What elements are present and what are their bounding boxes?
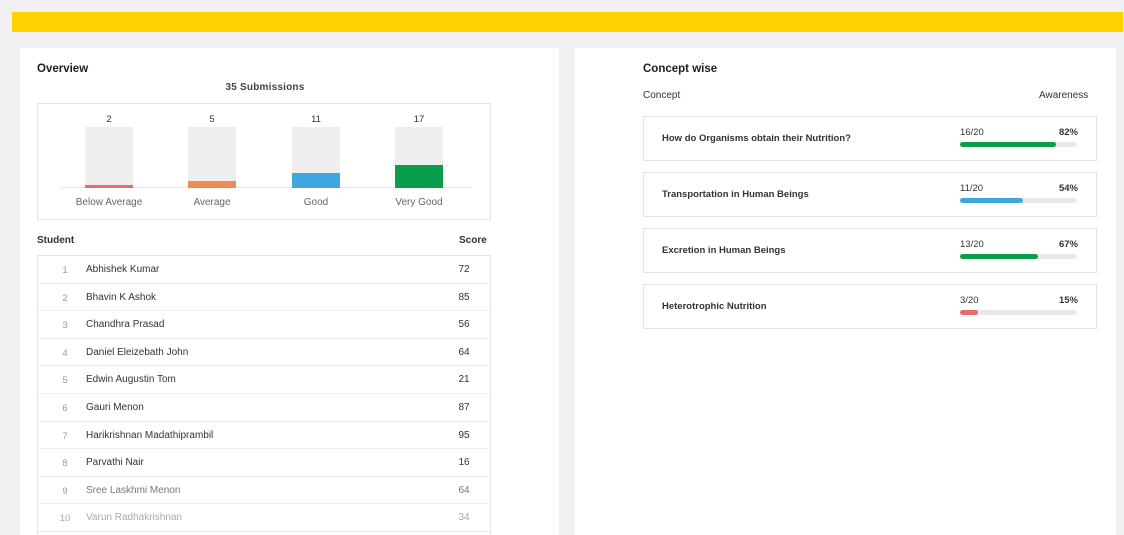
table-row[interactable]: 4 Daniel Eleizebath John 64 [38, 339, 490, 367]
student-score: 87 [458, 402, 470, 413]
row-index: 3 [62, 320, 68, 332]
awareness-progress-fill [960, 198, 1024, 203]
student-name: Sree Laskhmi Menon [86, 484, 181, 496]
concept-percent: 54% [1058, 183, 1078, 194]
row-index: 6 [62, 403, 68, 414]
row-index: 2 [62, 292, 68, 304]
concept-column-header: Concept [643, 90, 681, 101]
table-row[interactable]: 10 Varun Radhakrishnan 34 [38, 504, 490, 532]
bar-track [85, 127, 133, 188]
bar-fill [85, 185, 133, 188]
bar-fill [395, 164, 443, 188]
row-index: 8 [62, 458, 68, 470]
bar-track [292, 127, 340, 188]
student-name: Chandhra Prasad [86, 319, 165, 331]
concept-ratio: 3/20 [960, 295, 979, 306]
student-name: Daniel Eleizebath John [86, 346, 189, 358]
table-row[interactable]: 7 Harikrishnan Madathiprambil 95 [38, 422, 490, 450]
top-accent-bar [12, 12, 1123, 32]
table-row[interactable]: 9 Sree Laskhmi Menon 64 [38, 477, 490, 505]
student-score: 16 [458, 457, 470, 469]
awareness-progress-bar [960, 254, 1077, 259]
concept-name: How do Organisms obtain their Nutrition? [662, 133, 851, 144]
bar-count: 2 [106, 114, 112, 125]
distribution-chart: 2 Below Average 5 Average 11 Good 17 Ver… [37, 103, 491, 220]
awareness-progress-fill [960, 142, 1056, 147]
bar-label: Very Good [395, 197, 443, 208]
concept-name: Heterotrophic Nutrition [662, 301, 767, 312]
concept-percent: 67% [1058, 239, 1078, 250]
table-row[interactable]: 3 Chandhra Prasad 56 [38, 311, 490, 339]
overview-title: Overview [37, 63, 89, 75]
student-score: 85 [458, 291, 470, 303]
submissions-count: 35 Submissions [225, 82, 305, 93]
concept-name: Transportation in Human Beings [662, 189, 809, 200]
awareness-progress-bar [960, 198, 1077, 203]
row-index: 1 [62, 265, 68, 276]
table-row[interactable]: 2 Bhavin K Ashok 85 [38, 284, 490, 312]
concept-ratio: 13/20 [960, 239, 984, 250]
student-name: Harikrishnan Madathiprambil [86, 429, 214, 441]
row-index: 7 [62, 430, 68, 442]
awareness-progress-bar [960, 142, 1077, 147]
student-table: 1 Abhishek Kumar 72 2 Bhavin K Ashok 8 5 … [37, 255, 491, 535]
bar-count: 17 [413, 114, 425, 125]
overview-panel: Overview 35 Submissions 2 Below Average … [20, 48, 559, 535]
bar-track [188, 127, 236, 188]
bar-label: Average [193, 197, 231, 208]
concept-card[interactable]: Heterotrophic Nutrition 3/20 15% [643, 284, 1097, 329]
student-name: Bhavin K Ashok [86, 291, 157, 303]
table-row[interactable]: 8 Parvathi Nair 16 [38, 449, 490, 477]
concept-card[interactable]: Transportation in Human Beings 11/20 54% [643, 172, 1097, 217]
awareness-progress-fill [960, 254, 1039, 259]
student-name: Abhishek Kumar [86, 264, 160, 275]
row-index: 10 [59, 513, 71, 525]
student-name: Varun Radhakrishnan [86, 512, 182, 524]
student-score: 64 [458, 346, 470, 358]
concept-card[interactable]: How do Organisms obtain their Nutrition?… [643, 116, 1097, 161]
bar-track [395, 127, 443, 188]
bar-count: 11 [311, 114, 321, 125]
student-score: 56 [458, 319, 470, 331]
concept-percent: 82% [1058, 127, 1078, 138]
bar-count: 5 [209, 114, 215, 125]
student-score: 64 [458, 484, 470, 496]
awareness-progress-bar [960, 310, 1077, 315]
row-index: 4 [62, 347, 68, 359]
concept-ratio: 11/20 [960, 183, 984, 194]
table-row[interactable]: 6 Gauri Menon 87 [38, 394, 490, 422]
awareness-progress-fill [960, 310, 978, 315]
student-column-header: Student [37, 235, 75, 246]
concept-percent: 15% [1058, 295, 1078, 306]
student-score: 95 [458, 429, 470, 441]
score-column-header: Score [459, 235, 487, 246]
student-name: Gauri Menon [86, 402, 144, 413]
awareness-column-header: Awareness [1039, 90, 1089, 101]
row-index: 9 [62, 485, 68, 497]
student-name: Parvathi Nair [86, 457, 144, 469]
concept-card[interactable]: Excretion in Human Beings 13/20 67% [643, 228, 1097, 273]
row-index: 5 [62, 375, 68, 387]
table-row[interactable]: 1 Abhishek Kumar 72 [38, 256, 490, 284]
bar-label: Below Average [75, 197, 143, 208]
table-row[interactable]: 5 Edwin Augustin Tom 21 [38, 366, 490, 394]
bar-fill [292, 172, 340, 188]
student-score: 72 [458, 264, 470, 275]
student-name: Edwin Augustin Tom [86, 374, 176, 386]
concept-ratio: 16/20 [960, 127, 984, 138]
concept-title: Concept wise [643, 63, 718, 75]
student-score: 21 [458, 374, 470, 386]
student-score: 34 [458, 512, 470, 524]
bar-fill [188, 181, 236, 188]
concept-name: Excretion in Human Beings [662, 245, 786, 256]
bar-label: Good [303, 197, 329, 208]
concept-panel: Concept wise Concept Awareness How do Or… [575, 48, 1116, 535]
